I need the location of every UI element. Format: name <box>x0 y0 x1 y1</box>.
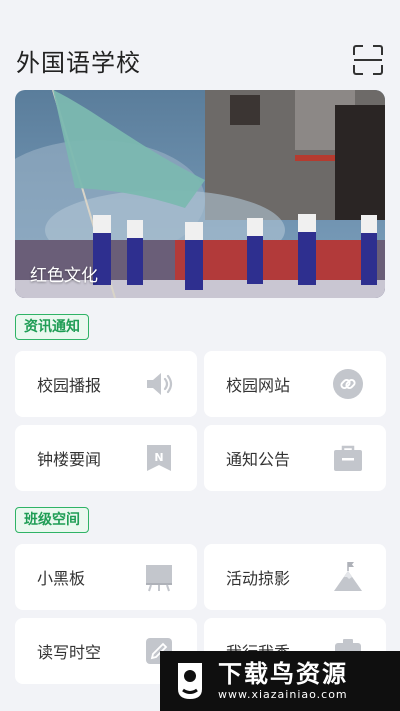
watermark-url: www.xiazainiao.com <box>218 688 348 701</box>
link-icon <box>332 368 364 400</box>
card-label: 小黑板 <box>37 569 86 588</box>
svg-text:N: N <box>154 451 163 464</box>
card-label: 通知公告 <box>226 450 291 469</box>
card-label: 校园网站 <box>226 376 291 395</box>
section-tag-class-space: 班级空间 <box>15 507 89 533</box>
watermark-main-text: 下载鸟资源 <box>218 660 348 688</box>
header: 外国语学校 <box>16 40 384 80</box>
banner-caption: 红色文化 <box>30 266 98 286</box>
banner-image[interactable]: 红色文化 <box>15 90 385 298</box>
card-blackboard[interactable]: 小黑板 <box>15 544 197 610</box>
page-title: 外国语学校 <box>16 48 141 77</box>
speaker-icon <box>143 368 175 400</box>
blackboard-icon <box>143 561 175 593</box>
briefcase-icon <box>332 442 364 474</box>
card-campus-website[interactable]: 校园网站 <box>204 351 386 417</box>
watermark-logo-icon <box>178 663 202 699</box>
card-label: 活动掠影 <box>226 569 291 588</box>
card-notice[interactable]: 通知公告 <box>204 425 386 491</box>
watermark-banner: 下载鸟资源 www.xiazainiao.com <box>160 651 400 711</box>
card-label: 读写时空 <box>37 643 102 662</box>
card-label: 钟楼要闻 <box>37 450 102 469</box>
card-activity-highlights[interactable]: 活动掠影 <box>204 544 386 610</box>
mountain-flag-icon <box>332 561 364 593</box>
scan-icon[interactable] <box>352 44 384 76</box>
card-clocktower-news[interactable]: 钟楼要闻 N <box>15 425 197 491</box>
card-campus-broadcast[interactable]: 校园播报 <box>15 351 197 417</box>
section-tag-news: 资讯通知 <box>15 314 89 340</box>
news-icon: N <box>143 442 175 474</box>
card-label: 校园播报 <box>37 376 102 395</box>
